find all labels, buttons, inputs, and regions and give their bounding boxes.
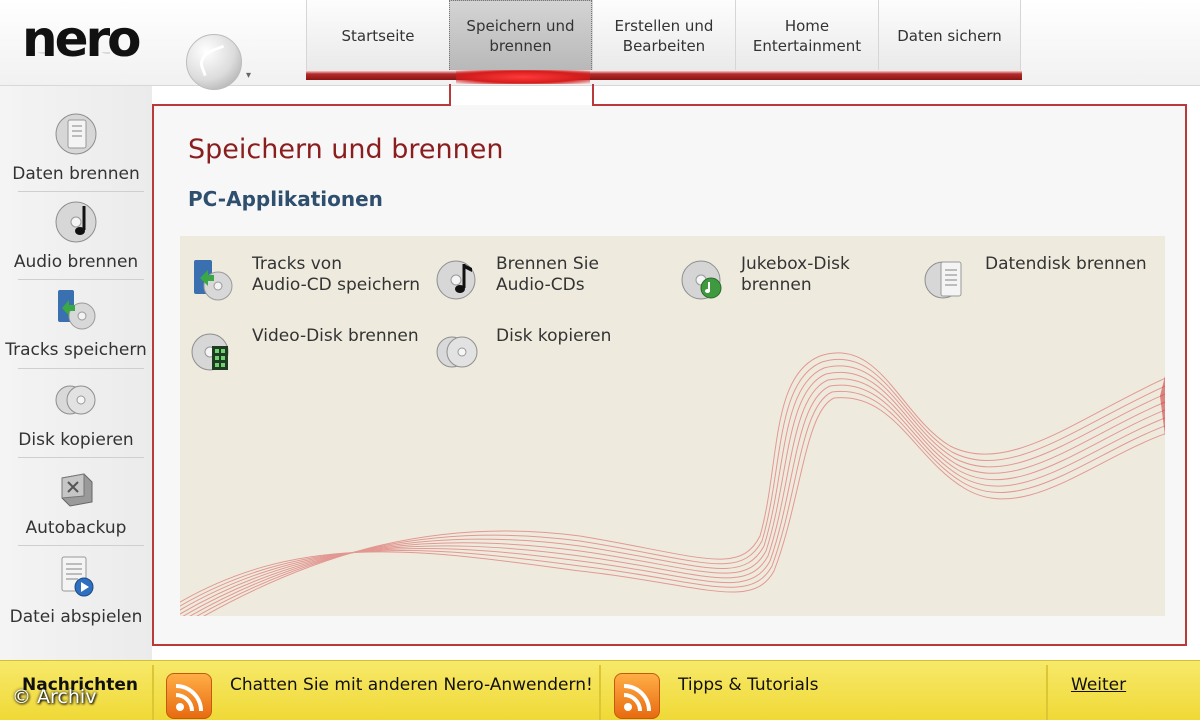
tab-label: Startseite bbox=[341, 27, 415, 45]
autobackup-icon bbox=[61, 473, 93, 507]
sidebar-divider bbox=[18, 457, 144, 458]
rss-icon bbox=[614, 673, 660, 719]
app-label: Video-Disk brennen bbox=[252, 326, 419, 346]
news-bar-divider bbox=[599, 665, 601, 720]
disc-copy-icon bbox=[55, 385, 96, 415]
news-bar-divider bbox=[152, 665, 154, 720]
sidebar-item-audio-brennen[interactable]: Audio brennen bbox=[0, 200, 152, 272]
rss-glyph-icon bbox=[623, 684, 651, 712]
sidebar: Daten brennen Audio brennen Tracks speic… bbox=[0, 86, 152, 660]
audio-disc-icon bbox=[436, 260, 476, 300]
main-navigation: Startseite Speichern und brennen Erstell… bbox=[306, 0, 1022, 72]
tab-label: Daten sichern bbox=[897, 27, 1002, 45]
watermark: © Archiv bbox=[12, 686, 97, 708]
disc-copy-icon bbox=[436, 336, 478, 368]
sidebar-item-label: Autobackup bbox=[25, 518, 127, 538]
app-jukebox-disk-brennen[interactable]: Jukebox-Disk brennen bbox=[679, 254, 850, 302]
sidebar-divider bbox=[18, 545, 144, 546]
app-label: Jukebox-Disk brennen bbox=[741, 254, 850, 295]
sidebar-item-label: Disk kopieren bbox=[18, 430, 134, 450]
tab-label: Erstellen und Bearbeiten bbox=[614, 17, 714, 55]
sidebar-divider bbox=[18, 368, 144, 369]
tab-home-entertainment[interactable]: Home Entertainment bbox=[735, 0, 878, 72]
panel-border-bottom bbox=[152, 644, 1187, 646]
weiter-link[interactable]: Weiter bbox=[1071, 675, 1126, 695]
chevron-down-icon[interactable]: ▾ bbox=[246, 70, 251, 81]
app-label: Disk kopieren bbox=[496, 326, 612, 346]
panel-border-left bbox=[152, 104, 154, 646]
sidebar-divider bbox=[18, 191, 144, 192]
sidebar-item-datei-abspielen[interactable]: Datei abspielen bbox=[0, 555, 152, 627]
audio-disc-icon bbox=[55, 201, 97, 243]
app-label: Tracks von Audio-CD speichern bbox=[252, 254, 421, 295]
sidebar-item-label: Daten brennen bbox=[12, 164, 140, 184]
nav-underline bbox=[306, 70, 1022, 80]
panel-border-right bbox=[1185, 104, 1187, 646]
news-bar-divider bbox=[1046, 665, 1048, 720]
sidebar-item-tracks-speichern[interactable]: Tracks speichern bbox=[0, 288, 152, 360]
panel-border-tab-right bbox=[592, 84, 594, 106]
app-tracks-speichern[interactable]: Tracks von Audio-CD speichern bbox=[190, 254, 420, 302]
app-video-disk-brennen[interactable]: Video-Disk brennen bbox=[190, 326, 419, 374]
sidebar-item-label: Audio brennen bbox=[13, 252, 139, 272]
active-tab-indicator bbox=[456, 70, 590, 84]
section-subtitle: PC-Applikationen bbox=[188, 187, 383, 211]
news-bar: Nachrichten Chatten Sie mit anderen Nero… bbox=[0, 660, 1200, 720]
video-disc-icon bbox=[191, 333, 229, 371]
panel-border-top-left bbox=[152, 104, 450, 106]
sidebar-item-daten-brennen[interactable]: Daten brennen bbox=[0, 112, 152, 184]
app-disk-kopieren[interactable]: Disk kopieren bbox=[434, 326, 611, 374]
rss-glyph-icon bbox=[175, 684, 203, 712]
tracks-save-icon bbox=[194, 260, 233, 301]
jukebox-disc-icon bbox=[681, 260, 722, 300]
sidebar-item-autobackup[interactable]: Autobackup bbox=[0, 466, 152, 538]
play-file-icon bbox=[61, 556, 94, 597]
data-disc-icon bbox=[55, 113, 97, 155]
header-bar: nero nero ▾ Startseite Speichern und bre… bbox=[0, 0, 1200, 90]
applications-area: Tracks von Audio-CD speichern Brennen Si… bbox=[180, 236, 1165, 616]
tab-erstellen-und-bearbeiten[interactable]: Erstellen und Bearbeiten bbox=[592, 0, 735, 72]
rss-icon bbox=[166, 673, 212, 719]
app-menu-orb-icon[interactable] bbox=[186, 34, 242, 90]
panel-border-tab-left bbox=[449, 84, 451, 106]
sidebar-item-label: Tracks speichern bbox=[5, 340, 147, 360]
sidebar-item-label: Datei abspielen bbox=[9, 607, 143, 627]
app-label: Brennen Sie Audio-CDs bbox=[496, 254, 599, 295]
nero-logo-reflection: nero bbox=[22, 52, 139, 72]
panel-border-top-right bbox=[592, 104, 1187, 106]
page-title: Speichern und brennen bbox=[188, 134, 504, 165]
app-label: Datendisk brennen bbox=[985, 254, 1147, 274]
tab-speichern-und-brennen[interactable]: Speichern und brennen bbox=[449, 0, 592, 72]
tab-daten-sichern[interactable]: Daten sichern bbox=[878, 0, 1021, 72]
tab-startseite[interactable]: Startseite bbox=[306, 0, 449, 72]
sidebar-divider bbox=[18, 279, 144, 280]
chat-link[interactable]: Chatten Sie mit anderen Nero-Anwendern! bbox=[230, 675, 593, 695]
tab-label: Home Entertainment bbox=[752, 17, 862, 55]
tab-label: Speichern und brennen bbox=[466, 17, 575, 55]
sidebar-item-disk-kopieren[interactable]: Disk kopieren bbox=[0, 378, 152, 450]
data-disc-icon bbox=[924, 261, 962, 299]
tracks-save-icon bbox=[58, 290, 96, 330]
app-audio-cds-brennen[interactable]: Brennen Sie Audio-CDs bbox=[434, 254, 599, 302]
app-datendisk-brennen[interactable]: Datendisk brennen bbox=[923, 254, 1147, 302]
tips-link[interactable]: Tipps & Tutorials bbox=[678, 675, 818, 695]
